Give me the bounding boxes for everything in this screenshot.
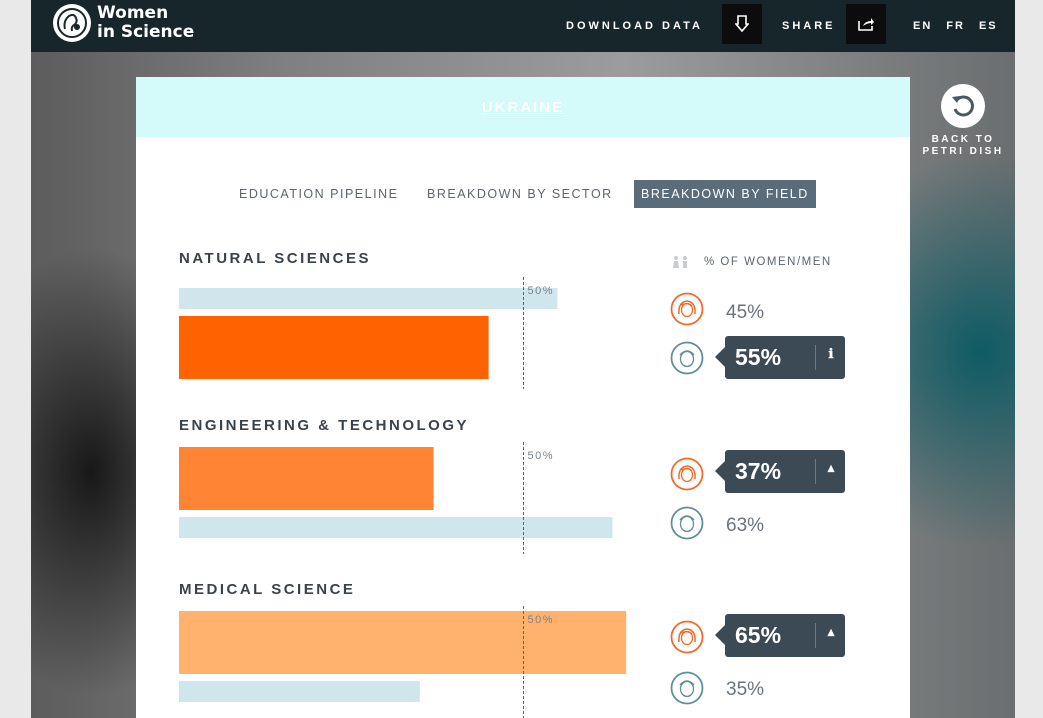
engineering-men-pct: 63% xyxy=(726,515,765,536)
lang-en[interactable]: EN xyxy=(913,20,932,32)
share-button[interactable] xyxy=(846,4,886,44)
woman-icon: ▴ xyxy=(827,460,835,475)
medical-women-pct-callout[interactable]: 65% ▴ xyxy=(715,614,845,657)
medical-men-pct: 35% xyxy=(726,679,765,700)
women-bar[interactable] xyxy=(179,447,434,510)
download-icon xyxy=(735,15,749,33)
logo-line-2: in Science xyxy=(97,22,195,42)
back-to-petri-dish[interactable]: BACK TO PETRI DISH xyxy=(918,84,1008,158)
share-icon xyxy=(858,18,874,31)
logo-icon xyxy=(53,4,91,42)
women-bar[interactable] xyxy=(179,316,489,379)
back-label-line-2: PETRI DISH xyxy=(922,146,1004,157)
back-icon xyxy=(941,84,985,128)
woman-face-icon xyxy=(670,457,704,491)
women-bar[interactable] xyxy=(179,611,627,674)
lang-es[interactable]: ES xyxy=(979,20,998,32)
info-icon: ℹ xyxy=(828,346,834,361)
language-switcher: EN FR ES xyxy=(899,0,998,52)
natural-women-pct: 45% xyxy=(726,302,765,323)
logo-line-1: Women xyxy=(97,3,169,23)
men-bar[interactable] xyxy=(179,517,613,538)
site-logo[interactable]: Women in Science xyxy=(53,4,194,42)
men-bar[interactable] xyxy=(179,681,420,702)
woman-face-icon xyxy=(670,292,704,326)
top-bar: Women in Science DOWNLOAD DATA SHARE EN … xyxy=(31,0,1015,52)
download-button[interactable] xyxy=(722,4,762,44)
man-face-icon xyxy=(670,671,704,705)
engineering-women-pct-callout[interactable]: 37% ▴ xyxy=(715,450,845,493)
woman-icon: ▴ xyxy=(827,624,835,639)
medical-women-pct: 65% xyxy=(735,622,782,648)
fifty-percent-label: 50% xyxy=(528,285,555,297)
men-bar[interactable] xyxy=(179,288,558,309)
fifty-percent-label: 50% xyxy=(528,614,555,626)
left-edge xyxy=(0,0,31,718)
download-data-link[interactable]: DOWNLOAD DATA xyxy=(566,0,703,52)
natural-men-pct-callout[interactable]: 55% ℹ xyxy=(715,336,845,379)
engineering-women-pct: 37% xyxy=(735,458,782,484)
natural-men-pct: 55% xyxy=(735,344,782,370)
share-link[interactable]: SHARE xyxy=(782,0,836,52)
man-face-icon xyxy=(670,341,704,375)
back-label-line-1: BACK TO xyxy=(931,134,995,145)
country-panel: UKRAINE EDUCATION PIPELINE BREAKDOWN BY … xyxy=(136,77,910,718)
right-edge xyxy=(1015,0,1043,718)
man-face-icon xyxy=(670,506,704,540)
lang-fr[interactable]: FR xyxy=(946,20,965,32)
fifty-percent-label: 50% xyxy=(528,450,555,462)
woman-face-icon xyxy=(670,620,704,654)
